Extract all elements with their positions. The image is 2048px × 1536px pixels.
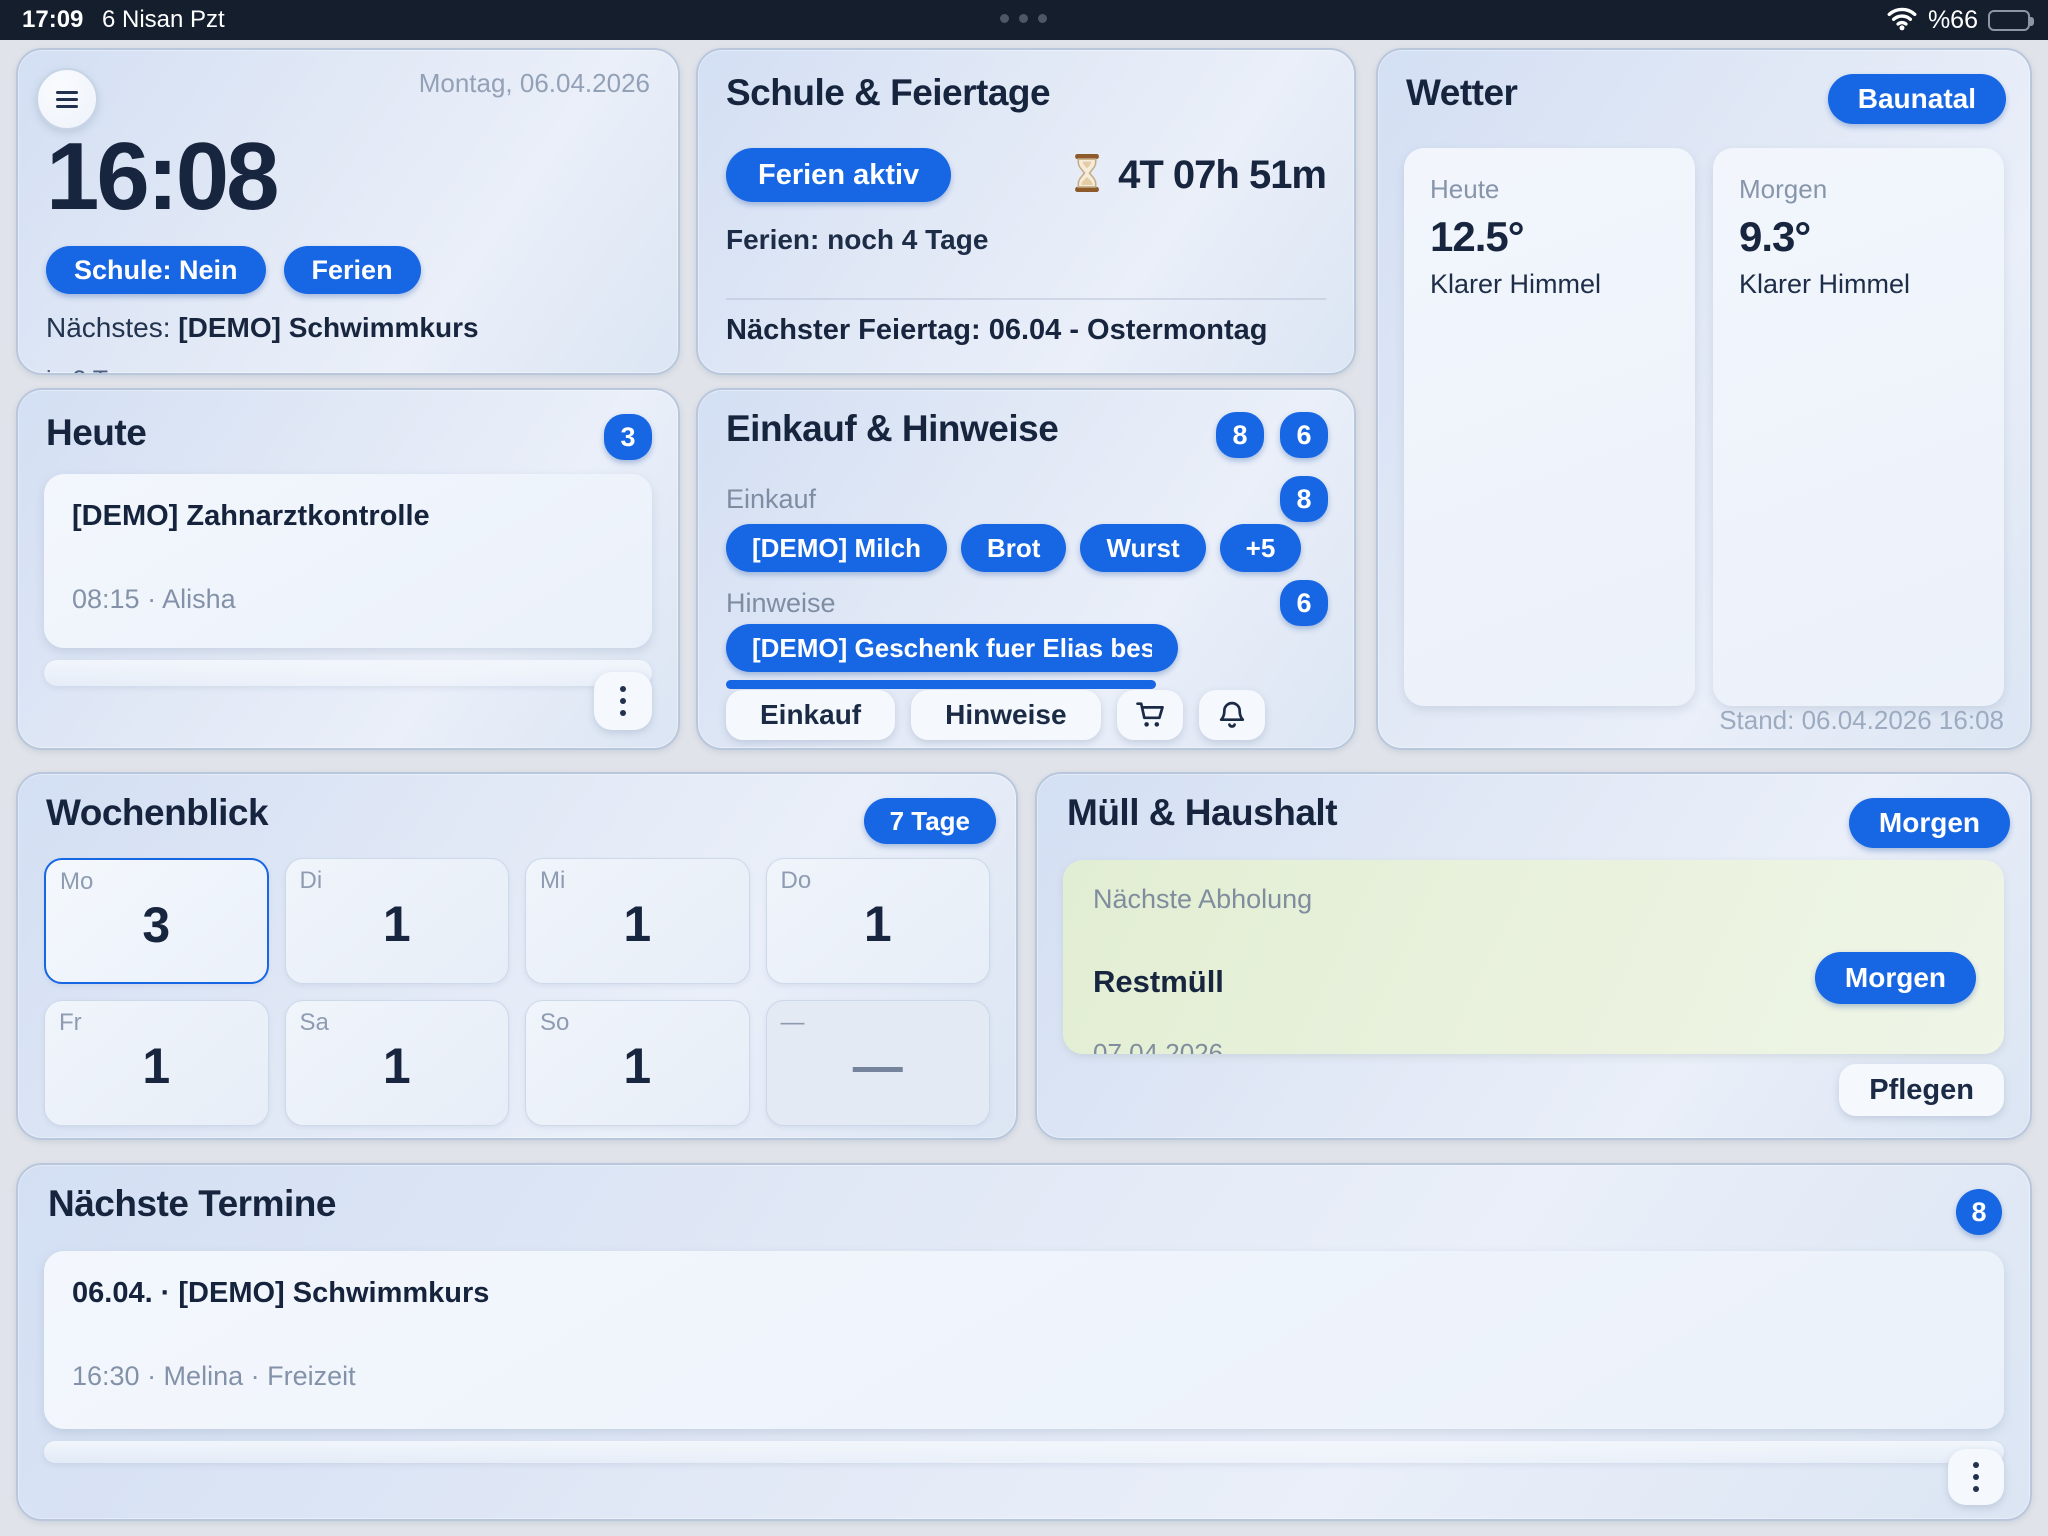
pickup-when-pill: Morgen <box>1815 952 1976 1004</box>
pickup-date-clipped: 07.04.2026 <box>1093 1038 1223 1054</box>
event-meta: 08:15 · Alisha <box>72 584 236 615</box>
current-date-label: Montag, 06.04.2026 <box>419 68 650 99</box>
next-holiday-label: Nächster Feiertag: 06.04 - Ostermontag <box>726 314 1268 347</box>
today-count-badge: 3 <box>604 414 652 460</box>
hourglass-icon <box>1068 152 1106 199</box>
bell-button[interactable] <box>1199 690 1265 740</box>
notes-section-badge: 6 <box>1280 580 1328 626</box>
today-event-item[interactable]: [DEMO] Zahnarztkontrolle 08:15 · Alisha <box>44 474 652 648</box>
hamburger-icon <box>56 91 78 108</box>
today-card: Heute 3 [DEMO] Zahnarztkontrolle 08:15 ·… <box>16 388 680 750</box>
shopping-notes-card: Einkauf & Hinweise 8 6 Einkauf 8 [DEMO] … <box>696 388 1356 750</box>
note-item-chip: [DEMO] Geschenk fuer Elias besorg <box>726 624 1178 672</box>
weather-day-label: Heute <box>1430 174 1669 205</box>
cart-icon <box>1133 698 1167 732</box>
ferien-remaining-label: Ferien: noch 4 Tage <box>726 224 988 256</box>
shopping-item-chip: [DEMO] Milch <box>726 524 947 572</box>
ferien-status-pill: Ferien <box>284 246 421 294</box>
weather-today-tile: Heute 12.5° Klarer Himmel <box>1404 148 1695 706</box>
manage-button[interactable]: Pflegen <box>1839 1064 2004 1116</box>
wifi-icon <box>1886 5 1918 36</box>
appointments-more-button[interactable] <box>1948 1449 2004 1505</box>
week-grid: Mo 3 Di 1 Mi 1 Do 1 Fr 1 Sa 1 So 1 — — <box>44 858 990 1126</box>
shopping-item-chip: Wurst <box>1080 524 1205 572</box>
weather-condition: Klarer Himmel <box>1739 269 1978 300</box>
week-overview-card: Wochenblick 7 Tage Mo 3 Di 1 Mi 1 Do 1 F… <box>16 772 1018 1140</box>
next-pickup-tile: Nächste Abholung Restmüll Morgen 07.04.2… <box>1063 860 2004 1054</box>
event-title: [DEMO] Zahnarztkontrolle <box>72 500 430 533</box>
weather-tomorrow-tile: Morgen 9.3° Klarer Himmel <box>1713 148 2004 706</box>
appointments-card-title: Nächste Termine <box>48 1183 336 1225</box>
status-time: 17:09 <box>22 6 83 34</box>
weather-temp: 9.3° <box>1739 213 1978 261</box>
day-cell-di[interactable]: Di 1 <box>285 858 510 984</box>
divider <box>726 298 1326 300</box>
partial-list-item <box>44 1441 2004 1463</box>
status-date: 6 Nisan Pzt <box>102 6 225 34</box>
appointment-item[interactable]: 06.04. · [DEMO] Schwimmkurs 16:30 · Meli… <box>44 1251 2004 1429</box>
ferien-aktiv-pill: Ferien aktiv <box>726 148 951 202</box>
waste-household-card: Müll & Haushalt Morgen Nächste Abholung … <box>1035 772 2032 1140</box>
status-bar: 17:09 6 Nisan Pzt %66 <box>0 0 2048 40</box>
partial-list-item <box>44 660 652 686</box>
day-cell-empty: — — <box>766 1000 991 1126</box>
next-event-line: Nächstes: [DEMO] Schwimmkurs <box>46 312 479 344</box>
weather-temp: 12.5° <box>1430 213 1669 261</box>
battery-icon <box>1988 10 2030 31</box>
school-status-pill: Schule: Nein <box>46 246 266 294</box>
menu-button[interactable] <box>36 68 98 130</box>
today-card-title: Heute <box>46 412 146 454</box>
shopping-total-badge: 8 <box>1216 412 1264 458</box>
waste-card-title: Müll & Haushalt <box>1067 792 1337 834</box>
kebab-icon <box>620 686 626 716</box>
clock-time: 16:08 <box>46 122 277 232</box>
next-event-prefix: Nächstes: <box>46 312 171 343</box>
appointments-count-badge: 8 <box>1956 1189 2002 1235</box>
week-range-pill[interactable]: 7 Tage <box>864 798 996 844</box>
waste-header-pill: Morgen <box>1849 798 2010 848</box>
day-cell-fr[interactable]: Fr 1 <box>44 1000 269 1126</box>
pickup-type: Restmüll <box>1093 964 1224 1000</box>
weather-condition: Klarer Himmel <box>1430 269 1669 300</box>
day-cell-mi[interactable]: Mi 1 <box>525 858 750 984</box>
battery-percent-label: %66 <box>1928 6 1978 35</box>
next-event-countdown-clipped: in 2 Tagen <box>46 366 161 375</box>
weather-day-label: Morgen <box>1739 174 1978 205</box>
status-dots-icon <box>1000 14 1047 23</box>
notes-section-label: Hinweise <box>726 588 836 619</box>
clock-card: Montag, 06.04.2026 16:08 Schule: Nein Fe… <box>16 48 680 375</box>
next-event-title: [DEMO] Schwimmkurs <box>178 312 478 343</box>
shopping-button[interactable]: Einkauf <box>726 690 895 740</box>
notes-button[interactable]: Hinweise <box>911 690 1100 740</box>
shopping-more-chip: +5 <box>1220 524 1302 572</box>
clipped-note-chip <box>726 680 1156 689</box>
kebab-icon <box>1973 1462 1979 1492</box>
pickup-label: Nächste Abholung <box>1093 884 1312 915</box>
appointments-card: Nächste Termine 8 06.04. · [DEMO] Schwim… <box>16 1163 2032 1521</box>
shopping-card-title: Einkauf & Hinweise <box>726 408 1058 450</box>
cart-button[interactable] <box>1117 690 1183 740</box>
weather-updated-timestamp: Stand: 06.04.2026 16:08 <box>1719 705 2004 736</box>
appointment-title: 06.04. · [DEMO] Schwimmkurs <box>72 1277 489 1310</box>
school-holidays-card: Schule & Feiertage Ferien aktiv 4T 07h 5… <box>696 48 1356 375</box>
day-cell-sa[interactable]: Sa 1 <box>285 1000 510 1126</box>
holiday-countdown-value: 4T 07h 51m <box>1118 153 1326 198</box>
weather-location-pill[interactable]: Baunatal <box>1828 74 2006 124</box>
shopping-section-label: Einkauf <box>726 484 816 515</box>
shopping-item-chip: Brot <box>961 524 1066 572</box>
weather-card: Wetter Baunatal Heute 12.5° Klarer Himme… <box>1376 48 2032 750</box>
notes-total-badge: 6 <box>1280 412 1328 458</box>
appointment-meta: 16:30 · Melina · Freizeit <box>72 1361 356 1392</box>
week-card-title: Wochenblick <box>46 792 268 834</box>
shopping-section-badge: 8 <box>1280 476 1328 522</box>
weather-card-title: Wetter <box>1406 72 1517 114</box>
day-cell-do[interactable]: Do 1 <box>766 858 991 984</box>
bell-icon <box>1215 698 1249 732</box>
day-cell-mo[interactable]: Mo 3 <box>44 858 269 984</box>
today-more-button[interactable] <box>594 672 652 730</box>
holiday-countdown: 4T 07h 51m <box>1068 148 1326 202</box>
day-cell-so[interactable]: So 1 <box>525 1000 750 1126</box>
school-card-title: Schule & Feiertage <box>726 72 1050 114</box>
